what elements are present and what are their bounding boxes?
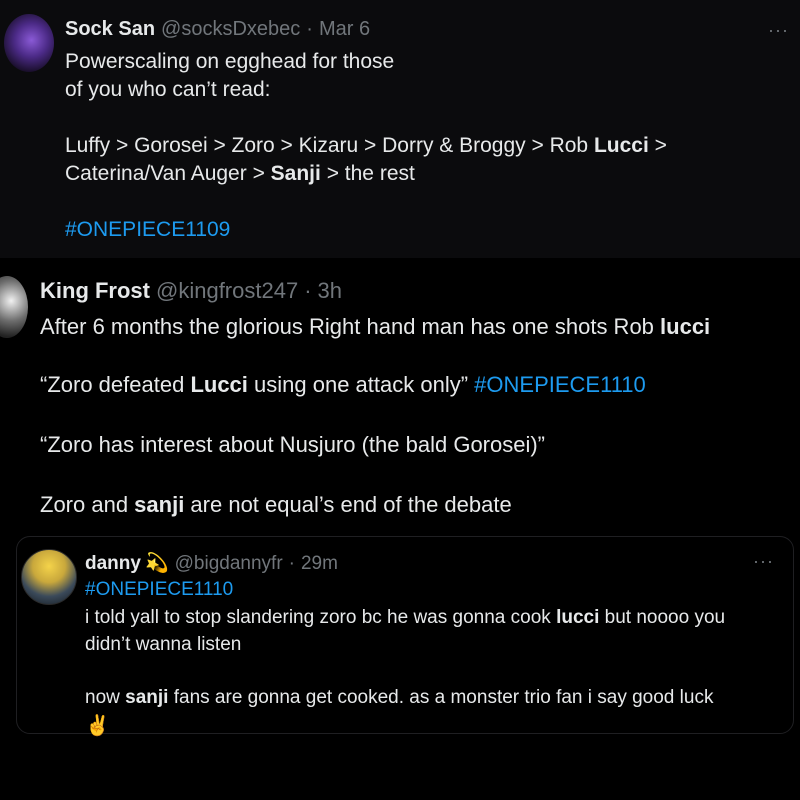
separator-dot: · (306, 18, 313, 40)
tweet-king-frost[interactable]: King Frost @kingfrost247 · 3h After 6 mo… (0, 268, 800, 530)
tweet-text-line: didn’t wanna listen (85, 634, 242, 655)
handle[interactable]: @kingfrost247 (156, 278, 298, 304)
timestamp[interactable]: 29m (301, 553, 338, 575)
tweet-text-line: Powerscaling on egghead for those (65, 50, 395, 73)
handle[interactable]: @socksDxebec (161, 18, 300, 41)
tweet-text-line: now sanji fans are gonna get cooked. as … (85, 687, 714, 708)
hashtag-link[interactable]: #ONEPIECE1110 (474, 372, 646, 397)
tweet-text-line: “Zoro defeated Lucci using one attack on… (40, 372, 646, 397)
separator-dot: · (288, 553, 295, 574)
separator-dot: · (304, 278, 312, 303)
tweet-text-line: Luffy > Gorosei > Zoro > Kizaru > Dorry … (65, 134, 667, 157)
timestamp[interactable]: 3h (318, 278, 342, 304)
tweet-text-line: Caterina/Van Auger > Sanji > the rest (65, 162, 415, 185)
more-options-icon[interactable]: ··· (768, 20, 789, 41)
display-name[interactable]: King Frost (40, 278, 150, 304)
display-name[interactable]: Sock San (65, 18, 155, 41)
avatar[interactable] (4, 14, 54, 72)
tweet-text-line: Zoro and sanji are not equal’s end of th… (40, 492, 512, 517)
tweet-header: danny 💫 @bigdannyfr · 29m (85, 551, 338, 575)
handle[interactable]: @bigdannyfr (175, 553, 283, 575)
avatar[interactable] (21, 549, 77, 605)
tweet-text-line: i told yall to stop slandering zoro bc h… (85, 607, 726, 628)
avatar[interactable] (0, 276, 28, 338)
tweet-header: Sock San @socksDxebec · Mar 6 (65, 18, 370, 41)
more-options-icon[interactable]: ··· (753, 551, 774, 572)
hashtag-link[interactable]: #ONEPIECE1109 (65, 218, 230, 242)
display-name[interactable]: danny (85, 553, 141, 575)
timestamp[interactable]: Mar 6 (319, 18, 370, 41)
tweet-text-line: of you who can’t read: (65, 78, 271, 101)
victory-hand-emoji-icon: ✌️ (85, 715, 110, 737)
dizzy-emoji-icon: 💫 (144, 553, 169, 574)
tweet-header: King Frost @kingfrost247 · 3h (40, 278, 342, 304)
tweet-sock-san[interactable]: Sock San @socksDxebec · Mar 6 ··· Powers… (0, 0, 800, 258)
tweet-text-line: After 6 months the glorious Right hand m… (40, 314, 711, 339)
tweet-danny[interactable]: danny 💫 @bigdannyfr · 29m ··· #ONEPIECE1… (16, 536, 794, 737)
hashtag-link[interactable]: #ONEPIECE1110 (85, 579, 233, 601)
tweet-text-line: “Zoro has interest about Nusjuro (the ba… (40, 432, 546, 457)
